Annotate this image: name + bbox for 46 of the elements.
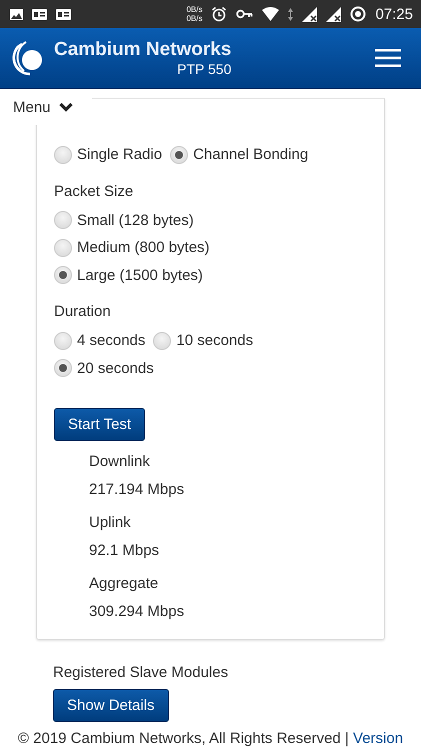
radio-button[interactable] — [170, 146, 188, 164]
start-test-button[interactable]: Start Test — [54, 408, 146, 441]
section-label: Registered Slave Modules — [53, 664, 230, 681]
data-saver-icon — [350, 6, 366, 22]
radio-button[interactable] — [54, 359, 72, 378]
brand-name: Cambium Networks — [54, 39, 232, 61]
signal-icon — [302, 6, 318, 22]
alarm-icon — [211, 6, 228, 22]
signal-icon — [326, 6, 342, 22]
result-label: Aggregate — [89, 575, 160, 592]
radio-label: Large (1500 bytes) — [77, 266, 203, 284]
wifi-icon — [262, 7, 280, 21]
radio-label: 4 seconds — [77, 332, 146, 350]
radio-button[interactable] — [54, 238, 72, 257]
result-value: 92.1 Mbps — [89, 542, 160, 559]
show-details-button[interactable]: Show Details — [53, 689, 169, 722]
radio-button[interactable] — [153, 332, 172, 350]
radio-label: Medium (800 bytes) — [77, 239, 210, 256]
upload-speed: 0B/s — [186, 5, 202, 14]
menu-icon[interactable] — [375, 49, 401, 67]
clock: 07:25 — [375, 6, 413, 22]
radio-label: Small (128 bytes) — [77, 212, 194, 229]
notification-icon — [56, 8, 71, 20]
data-arrows-icon — [288, 8, 294, 20]
notification-icon — [32, 8, 47, 20]
radio-label: 10 seconds — [176, 332, 254, 350]
radio-label: Channel Bonding — [193, 146, 308, 164]
group-label: Packet Size — [54, 182, 134, 200]
version-link[interactable]: Version — [353, 730, 404, 747]
radio-button[interactable] — [54, 146, 72, 164]
key-icon — [236, 9, 254, 19]
radio-button[interactable] — [54, 332, 72, 350]
radio-button[interactable] — [54, 211, 72, 230]
radio-label: 20 seconds — [77, 360, 154, 377]
radio-button[interactable] — [54, 266, 72, 284]
result-label: Downlink — [89, 453, 151, 470]
group-label: Duration — [54, 303, 112, 320]
radio-label: Single Radio — [77, 146, 162, 164]
result-label: Uplink — [89, 514, 132, 531]
copyright-text: © 2019 Cambium Networks, All Rights Reserved | — [18, 730, 349, 747]
product-name: PTP 550 — [177, 61, 232, 77]
result-value: 217.194 Mbps — [89, 481, 186, 498]
picture-icon — [10, 8, 23, 20]
chevron-icon — [58, 102, 73, 112]
result-value: 309.294 Mbps — [89, 603, 186, 620]
download-speed: 0B/s — [186, 14, 202, 23]
